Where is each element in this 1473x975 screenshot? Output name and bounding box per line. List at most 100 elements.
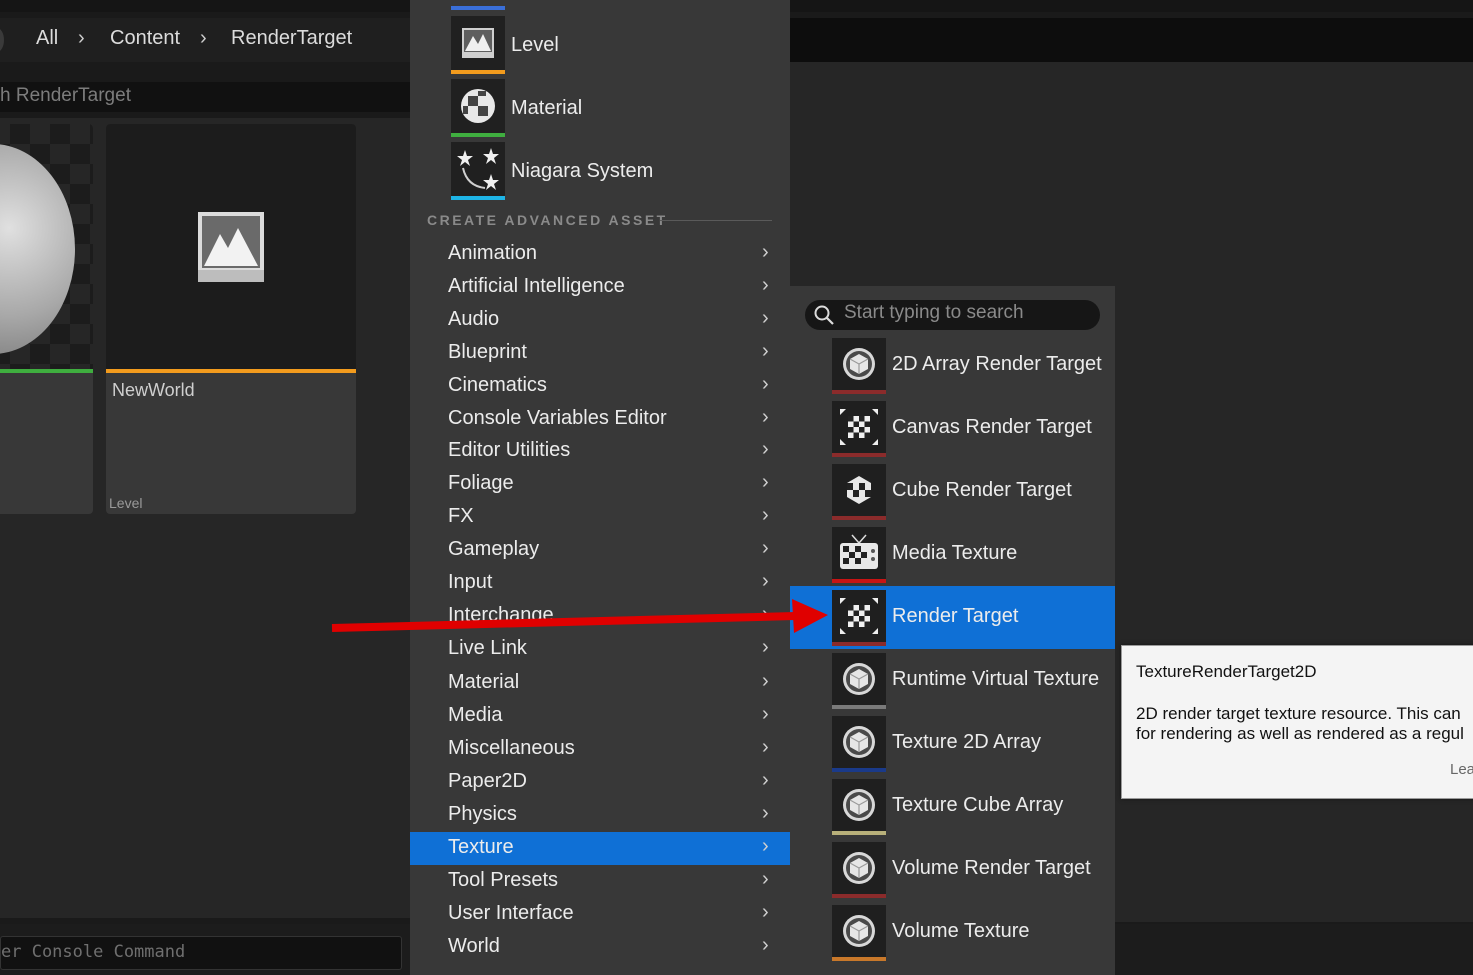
category-texture[interactable]: Texture › xyxy=(410,832,790,865)
menu-top-accent xyxy=(451,6,505,10)
category-label: Tool Presets xyxy=(448,869,559,891)
submenu-item-texture-2d-array[interactable]: Texture 2D Array xyxy=(790,715,1115,778)
category-tool-presets[interactable]: Tool Presets › xyxy=(410,865,790,898)
chevron-right-icon: › xyxy=(78,27,85,49)
category-material[interactable]: Material › xyxy=(410,667,790,700)
category-animation[interactable]: Animation › xyxy=(410,238,790,271)
chevron-right-icon: › xyxy=(762,868,769,890)
submenu-search-input[interactable]: Start typing to search xyxy=(805,300,1100,330)
category-label: Console Variables Editor xyxy=(448,407,667,429)
submenu-item-render-target[interactable]: Render Target xyxy=(790,586,1115,649)
section-divider xyxy=(660,220,772,221)
chevron-right-icon: › xyxy=(762,537,769,559)
category-artificial-intelligence[interactable]: Artificial Intelligence › xyxy=(410,271,790,304)
asset-name: NewWorld xyxy=(112,380,195,400)
asset-color-bar xyxy=(451,133,505,137)
chevron-right-icon: › xyxy=(762,835,769,857)
chevron-right-icon: › xyxy=(762,736,769,758)
submenu-item-label: Texture 2D Array xyxy=(892,731,1041,753)
category-fx[interactable]: FX › xyxy=(410,501,790,534)
cube-icon xyxy=(832,716,886,768)
chevron-right-icon: › xyxy=(762,274,769,296)
level-icon xyxy=(198,212,264,282)
menu-item-level[interactable]: Level xyxy=(451,16,781,78)
asset-tile-material[interactable] xyxy=(0,124,93,514)
asset-type-bar xyxy=(0,369,93,373)
category-cinematics[interactable]: Cinematics › xyxy=(410,370,790,403)
chevron-right-icon: › xyxy=(762,241,769,263)
category-blueprint[interactable]: Blueprint › xyxy=(410,337,790,370)
category-user-interface[interactable]: User Interface › xyxy=(410,898,790,931)
category-label: Input xyxy=(448,571,493,593)
asset-thumbnail xyxy=(106,124,356,369)
asset-search-input[interactable]: h RenderTarget xyxy=(0,82,410,112)
menu-item-material[interactable]: Material xyxy=(451,79,781,141)
chevron-right-icon: › xyxy=(762,570,769,592)
asset-color-bar xyxy=(451,70,505,74)
category-label: Physics xyxy=(448,803,517,825)
asset-color-bar xyxy=(832,705,886,709)
submenu-item-label: Volume Texture xyxy=(892,920,1030,942)
submenu-item-volume-render-target[interactable]: Volume Render Target xyxy=(790,841,1115,904)
asset-color-bar xyxy=(832,894,886,898)
asset-color-bar xyxy=(832,390,886,394)
category-label: Material xyxy=(448,671,520,693)
breadcrumb-all[interactable]: All xyxy=(36,27,58,50)
submenu-item-cube-render-target[interactable]: Cube Render Target xyxy=(790,463,1115,526)
category-label: FX xyxy=(448,505,474,527)
category-foliage[interactable]: Foliage › xyxy=(410,468,790,501)
asset-color-bar xyxy=(832,642,886,646)
cube-icon xyxy=(832,779,886,831)
chevron-right-icon: › xyxy=(762,901,769,923)
asset-type-label: Level xyxy=(109,495,143,511)
chevron-right-icon: › xyxy=(762,934,769,956)
asset-color-bar xyxy=(451,196,505,200)
submenu-item-label: Texture Cube Array xyxy=(892,794,1064,816)
chevron-right-icon: › xyxy=(762,802,769,824)
cube-icon xyxy=(832,905,886,957)
category-label: Artificial Intelligence xyxy=(448,275,625,297)
chevron-right-icon: › xyxy=(762,406,769,428)
chevron-right-icon: › xyxy=(762,438,769,460)
menu-item-label: Niagara System xyxy=(511,160,654,182)
canvas-render-target-icon xyxy=(832,401,886,453)
cube-icon xyxy=(832,653,886,705)
submenu-item-label: Media Texture xyxy=(892,542,1018,564)
tooltip-title: TextureRenderTarget2D xyxy=(1136,662,1317,681)
tv-icon xyxy=(832,527,886,579)
submenu-item-volume-texture[interactable]: Volume Texture xyxy=(790,904,1115,967)
asset-color-bar xyxy=(832,579,886,583)
material-icon xyxy=(451,79,505,133)
submenu-item-texture-cube-array[interactable]: Texture Cube Array xyxy=(790,778,1115,841)
level-icon xyxy=(451,16,505,70)
console-input[interactable]: er Console Command xyxy=(0,936,402,970)
category-miscellaneous[interactable]: Miscellaneous › xyxy=(410,733,790,766)
tooltip-learn-more-link[interactable]: Lea xyxy=(1450,761,1473,778)
submenu-item-2d-array-render-target[interactable]: 2D Array Render Target xyxy=(790,337,1115,400)
menu-item-label: Level xyxy=(511,34,559,56)
category-label: Media xyxy=(448,704,503,726)
category-audio[interactable]: Audio › xyxy=(410,304,790,337)
asset-color-bar xyxy=(832,768,886,772)
submenu-item-label: Volume Render Target xyxy=(892,857,1091,879)
category-editor-utilities[interactable]: Editor Utilities › xyxy=(410,435,790,468)
category-paper2d[interactable]: Paper2D › xyxy=(410,766,790,799)
submenu-item-canvas-render-target[interactable]: Canvas Render Target xyxy=(790,400,1115,463)
asset-tile-newworld[interactable]: NewWorld Level xyxy=(106,124,356,514)
chevron-right-icon: › xyxy=(762,373,769,395)
category-console-variables-editor[interactable]: Console Variables Editor › xyxy=(410,403,790,436)
category-world[interactable]: World › xyxy=(410,931,790,964)
category-label: Audio xyxy=(448,308,500,330)
submenu-item-label: Cube Render Target xyxy=(892,479,1072,501)
breadcrumb-current[interactable]: RenderTarget xyxy=(231,27,352,50)
category-gameplay[interactable]: Gameplay › xyxy=(410,534,790,567)
submenu-item-media-texture[interactable]: Media Texture xyxy=(790,526,1115,589)
category-label: Miscellaneous xyxy=(448,737,575,759)
breadcrumb-content[interactable]: Content xyxy=(110,27,180,50)
submenu-item-runtime-virtual-texture[interactable]: Runtime Virtual Texture xyxy=(790,652,1115,715)
menu-item-niagara-system[interactable]: Niagara System xyxy=(451,142,781,204)
category-label: Editor Utilities xyxy=(448,439,571,461)
category-physics[interactable]: Physics › xyxy=(410,799,790,832)
cube-icon xyxy=(832,338,886,390)
category-media[interactable]: Media › xyxy=(410,700,790,733)
